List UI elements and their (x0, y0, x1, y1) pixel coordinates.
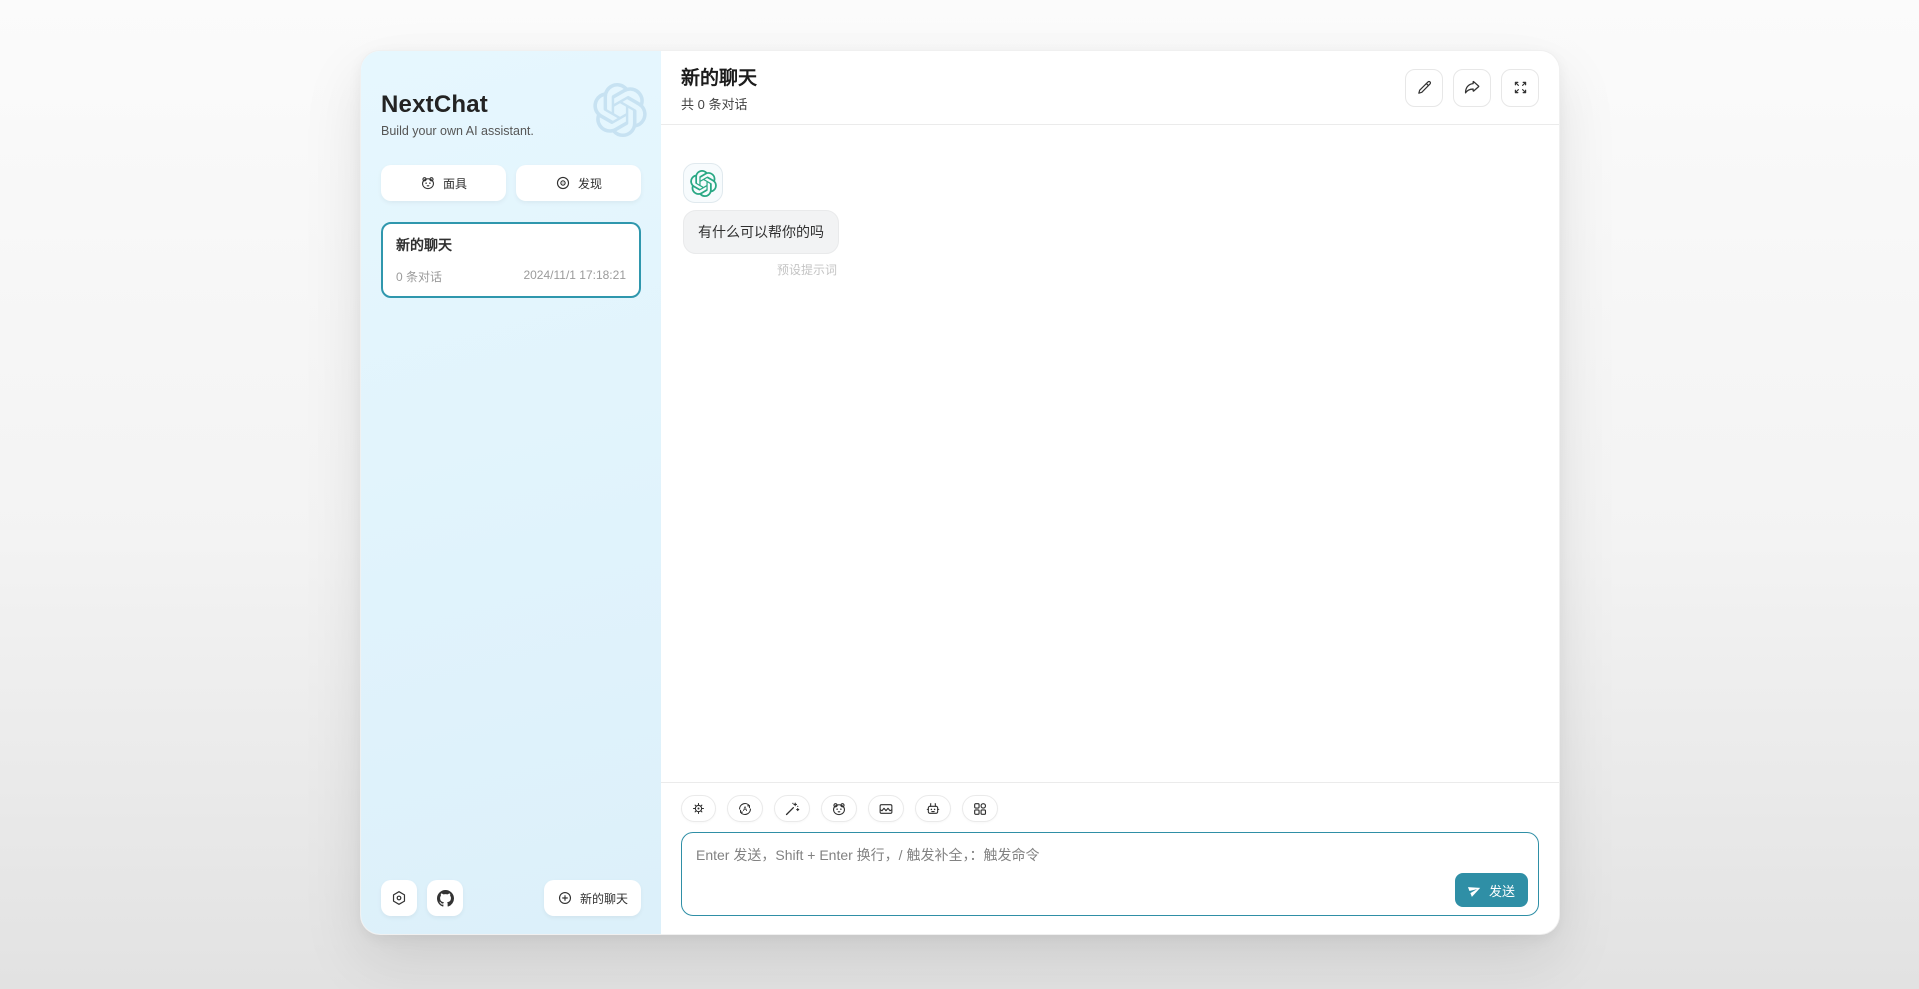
send-plane-icon (1468, 883, 1482, 897)
discover-button-label: 发现 (578, 175, 602, 192)
chat-input[interactable] (681, 832, 1539, 916)
plugins-button[interactable] (962, 795, 998, 822)
discover-button[interactable]: 发现 (516, 165, 641, 201)
openai-logo-watermark-icon (593, 83, 647, 137)
clear-context-button[interactable] (868, 795, 904, 822)
maximize-icon (1512, 79, 1529, 96)
github-button[interactable] (427, 880, 463, 916)
message-bubble: 有什么可以帮你的吗 (683, 210, 839, 254)
settings-button[interactable] (381, 880, 417, 916)
rename-icon (1416, 79, 1433, 96)
prompt-shortcuts-button[interactable] (774, 795, 810, 822)
nextchat-window: NextChat Build your own AI assistant. 面具… (360, 50, 1560, 935)
chat-panel: 新的聊天 共 0 条对话 (661, 51, 1559, 934)
sidebar-footer: 新的聊天 (381, 880, 641, 916)
discover-icon (555, 175, 571, 191)
assistant-avatar (683, 163, 723, 203)
prompt-wand-icon (784, 801, 800, 817)
github-icon (437, 890, 454, 907)
send-button[interactable]: 发送 (1455, 873, 1528, 907)
masks-toolbar-button[interactable] (821, 795, 857, 822)
settings-icon (691, 801, 706, 816)
preset-prompt-hint: 预设提示词 (683, 261, 839, 278)
assistant-message: 有什么可以帮你的吗 预设提示词 (683, 163, 1535, 278)
chat-item-count: 0 条对话 (396, 268, 442, 285)
chat-title[interactable]: 新的聊天 (681, 63, 757, 90)
send-button-label: 发送 (1489, 881, 1515, 900)
chat-input-panel: A (661, 782, 1559, 934)
mask-icon (831, 801, 847, 817)
chat-list: 新的聊天 0 条对话 2024/11/1 17:18:21 (381, 222, 641, 880)
svg-text:A: A (743, 807, 748, 813)
sidebar-footer-buttons (381, 880, 463, 916)
settings-icon (390, 889, 408, 907)
masks-button[interactable]: 面具 (381, 165, 506, 201)
chat-item-title: 新的聊天 (396, 235, 626, 255)
sidebar: NextChat Build your own AI assistant. 面具… (361, 51, 661, 934)
chat-settings-button[interactable] (681, 795, 716, 822)
theme-toggle-button[interactable]: A (727, 795, 763, 822)
chat-message-list: 有什么可以帮你的吗 预设提示词 (661, 125, 1559, 782)
chat-item-meta: 0 条对话 2024/11/1 17:18:21 (396, 268, 626, 285)
chat-header: 新的聊天 共 0 条对话 (661, 51, 1559, 125)
clear-context-icon (878, 801, 894, 817)
chat-input-wrap: 发送 (681, 832, 1539, 921)
chat-list-item-selected[interactable]: 新的聊天 0 条对话 2024/11/1 17:18:21 (381, 222, 641, 298)
mask-icon (420, 175, 436, 191)
plugins-grid-icon (972, 801, 988, 817)
sidebar-actions: 面具 发现 (381, 165, 641, 201)
chat-header-actions (1405, 69, 1539, 107)
maximize-button[interactable] (1501, 69, 1539, 107)
openai-logo-icon (690, 170, 717, 197)
theme-auto-icon: A (737, 801, 753, 817)
new-chat-button[interactable]: 新的聊天 (544, 880, 641, 916)
export-chat-button[interactable] (1453, 69, 1491, 107)
masks-button-label: 面具 (443, 175, 467, 192)
robot-icon (925, 801, 941, 817)
add-circle-icon (557, 890, 573, 906)
chat-subtitle: 共 0 条对话 (681, 94, 757, 113)
chat-input-toolbar: A (681, 795, 1539, 822)
new-chat-button-label: 新的聊天 (580, 890, 628, 907)
chat-header-titles: 新的聊天 共 0 条对话 (681, 63, 757, 113)
rename-chat-button[interactable] (1405, 69, 1443, 107)
message-bubble-wrap: 有什么可以帮你的吗 预设提示词 (683, 210, 839, 278)
model-select-button[interactable] (915, 795, 951, 822)
chat-item-time: 2024/11/1 17:18:21 (523, 268, 626, 285)
export-icon (1463, 79, 1481, 97)
